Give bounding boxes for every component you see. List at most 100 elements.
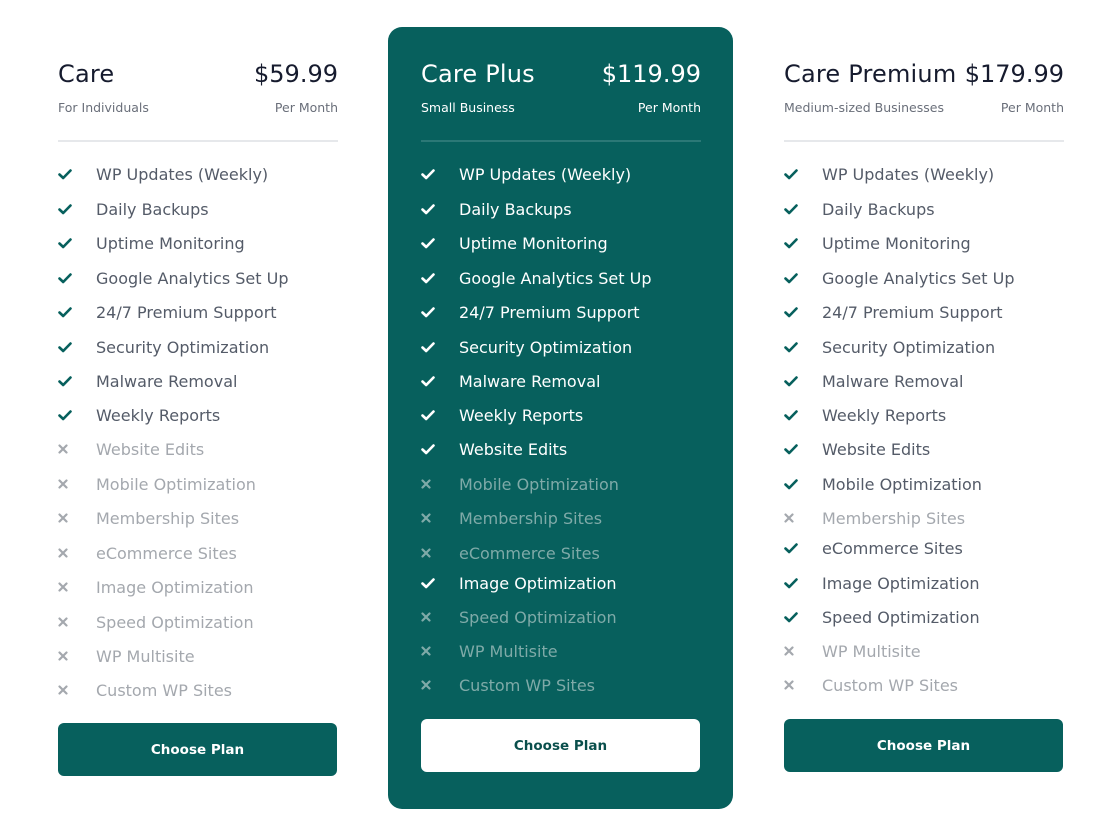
feature-label: WP Multisite xyxy=(822,641,921,661)
feature-label: Custom WP Sites xyxy=(822,675,958,695)
check-icon xyxy=(421,272,459,284)
feature-label: Malware Removal xyxy=(96,371,238,391)
x-icon xyxy=(784,680,822,690)
feature-label: 24/7 Premium Support xyxy=(822,302,1003,322)
check-icon xyxy=(784,375,822,387)
feature-item: Google Analytics Set Up xyxy=(784,266,1014,290)
feature-item: Speed Optimization xyxy=(784,605,980,629)
x-icon xyxy=(58,479,96,489)
feature-item: eCommerce Sites xyxy=(58,541,237,565)
plan-audience: For Individuals xyxy=(58,100,149,115)
choose-plan-button[interactable]: Choose Plan xyxy=(421,719,700,772)
feature-item: Membership Sites xyxy=(784,506,965,530)
feature-label: Malware Removal xyxy=(822,371,964,391)
feature-item: Website Edits xyxy=(421,437,567,461)
feature-item: 24/7 Premium Support xyxy=(784,300,1003,324)
plan-audience: Small Business xyxy=(421,100,515,115)
check-icon xyxy=(784,611,822,623)
feature-item: Malware Removal xyxy=(58,369,237,393)
feature-label: Google Analytics Set Up xyxy=(822,268,1015,288)
feature-item: Security Optimization xyxy=(421,335,632,359)
x-icon xyxy=(784,513,822,523)
check-icon xyxy=(421,409,459,421)
plan-price: $59.99 xyxy=(254,60,338,88)
feature-label: Weekly Reports xyxy=(96,405,221,425)
plan-card-care-premium: Care Premium $179.99 Medium-sized Busine… xyxy=(745,27,1108,809)
check-icon xyxy=(784,306,822,318)
feature-item: Daily Backups xyxy=(58,197,209,221)
feature-label: Website Edits xyxy=(459,439,568,459)
feature-label: Mobile Optimization xyxy=(459,474,619,494)
feature-label: Membership Sites xyxy=(822,508,966,528)
check-icon xyxy=(421,577,459,589)
feature-item: Custom WP Sites xyxy=(58,678,232,702)
check-icon xyxy=(58,168,96,180)
feature-item: Google Analytics Set Up xyxy=(58,266,288,290)
check-icon xyxy=(784,168,822,180)
check-icon xyxy=(784,272,822,284)
plan-title: Care Plus xyxy=(421,60,535,88)
feature-item: Uptime Monitoring xyxy=(421,231,608,255)
x-icon xyxy=(58,582,96,592)
feature-label: WP Multisite xyxy=(96,646,195,666)
feature-label: WP Updates (Weekly) xyxy=(459,164,632,184)
feature-label: eCommerce Sites xyxy=(96,543,237,563)
feature-label: Daily Backups xyxy=(459,199,572,219)
feature-label: WP Updates (Weekly) xyxy=(822,164,995,184)
x-icon xyxy=(421,548,459,558)
feature-item: 24/7 Premium Support xyxy=(58,300,277,324)
divider xyxy=(58,140,338,142)
check-icon xyxy=(421,203,459,215)
feature-label: Security Optimization xyxy=(96,337,270,357)
check-icon xyxy=(58,237,96,249)
feature-item: WP Updates (Weekly) xyxy=(58,162,268,186)
plan-subheader: Medium-sized Businesses Per Month xyxy=(784,100,1064,115)
choose-plan-button[interactable]: Choose Plan xyxy=(784,719,1063,772)
x-icon xyxy=(421,612,459,622)
feature-item: Mobile Optimization xyxy=(421,472,619,496)
feature-label: Custom WP Sites xyxy=(459,675,595,695)
check-icon xyxy=(784,478,822,490)
plan-period: Per Month xyxy=(274,100,338,115)
feature-item: Website Edits xyxy=(784,437,930,461)
feature-label: Image Optimization xyxy=(459,573,617,593)
feature-label: Membership Sites xyxy=(459,508,603,528)
feature-label: eCommerce Sites xyxy=(822,538,963,558)
feature-label: Image Optimization xyxy=(96,577,254,597)
feature-item: 24/7 Premium Support xyxy=(421,300,640,324)
x-icon xyxy=(421,513,459,523)
plan-audience: Medium-sized Businesses xyxy=(784,100,944,115)
feature-item: Security Optimization xyxy=(784,335,995,359)
feature-item: Membership Sites xyxy=(58,506,239,530)
check-icon xyxy=(784,542,822,554)
check-icon xyxy=(58,409,96,421)
x-icon xyxy=(421,680,459,690)
feature-item: Google Analytics Set Up xyxy=(421,266,651,290)
check-icon xyxy=(784,409,822,421)
check-icon xyxy=(58,375,96,387)
plan-price: $119.99 xyxy=(601,60,701,88)
plan-subheader: Small Business Per Month xyxy=(421,100,701,115)
feature-item: Custom WP Sites xyxy=(784,673,958,697)
check-icon xyxy=(58,341,96,353)
x-icon xyxy=(58,685,96,695)
check-icon xyxy=(58,203,96,215)
check-icon xyxy=(58,306,96,318)
feature-label: Uptime Monitoring xyxy=(96,233,245,253)
x-icon xyxy=(784,646,822,656)
check-icon xyxy=(421,375,459,387)
divider xyxy=(784,140,1064,142)
plan-period: Per Month xyxy=(637,100,701,115)
feature-item: WP Updates (Weekly) xyxy=(784,162,994,186)
check-icon xyxy=(784,341,822,353)
feature-label: Speed Optimization xyxy=(822,607,980,627)
plan-header: Care Plus $119.99 xyxy=(421,60,701,88)
feature-label: Daily Backups xyxy=(96,199,209,219)
choose-plan-button[interactable]: Choose Plan xyxy=(58,723,337,776)
x-icon xyxy=(58,617,96,627)
feature-item: Mobile Optimization xyxy=(784,472,982,496)
feature-label: Website Edits xyxy=(822,439,931,459)
feature-label: Uptime Monitoring xyxy=(459,233,608,253)
feature-label: Weekly Reports xyxy=(822,405,947,425)
feature-item: Speed Optimization xyxy=(58,610,254,634)
